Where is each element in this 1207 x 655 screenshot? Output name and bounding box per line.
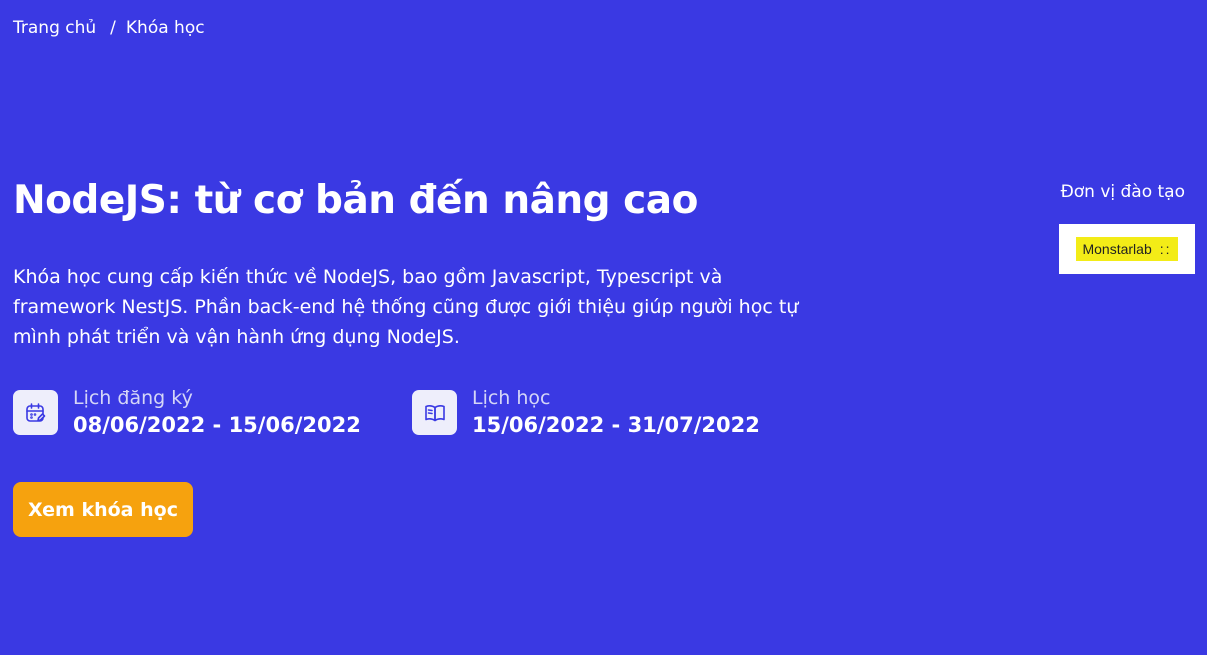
study-dates: 15/06/2022 - 31/07/2022 — [472, 413, 760, 437]
logo-text: Monstarlab — [1082, 241, 1152, 257]
open-book-icon — [412, 390, 457, 435]
breadcrumb-current-link[interactable]: Khóa học — [126, 18, 205, 38]
provider-label: Đơn vị đào tạo — [1060, 182, 1185, 202]
breadcrumb-home-link[interactable]: Trang chủ — [13, 18, 96, 38]
study-label: Lịch học — [472, 387, 551, 409]
breadcrumb: Trang chủ / Khóa học — [13, 18, 205, 38]
study-schedule: Lịch học 15/06/2022 - 31/07/2022 — [412, 386, 760, 440]
course-description: Khóa học cung cấp kiến thức về NodeJS, b… — [13, 266, 799, 348]
registration-label: Lịch đăng ký — [73, 387, 193, 409]
registration-schedule: Lịch đăng ký 08/06/2022 - 15/06/2022 — [13, 386, 361, 440]
breadcrumb-separator: / — [110, 18, 116, 38]
view-course-button[interactable]: Xem khóa học — [13, 482, 193, 537]
provider-logo-card[interactable]: Monstarlab :: — [1059, 224, 1195, 274]
monstarlab-logo: Monstarlab :: — [1076, 237, 1178, 261]
calendar-edit-icon — [13, 390, 58, 435]
logo-mark: :: — [1159, 241, 1172, 257]
course-title: NodeJS: từ cơ bản đến nâng cao — [13, 178, 698, 223]
registration-dates: 08/06/2022 - 15/06/2022 — [73, 413, 361, 437]
